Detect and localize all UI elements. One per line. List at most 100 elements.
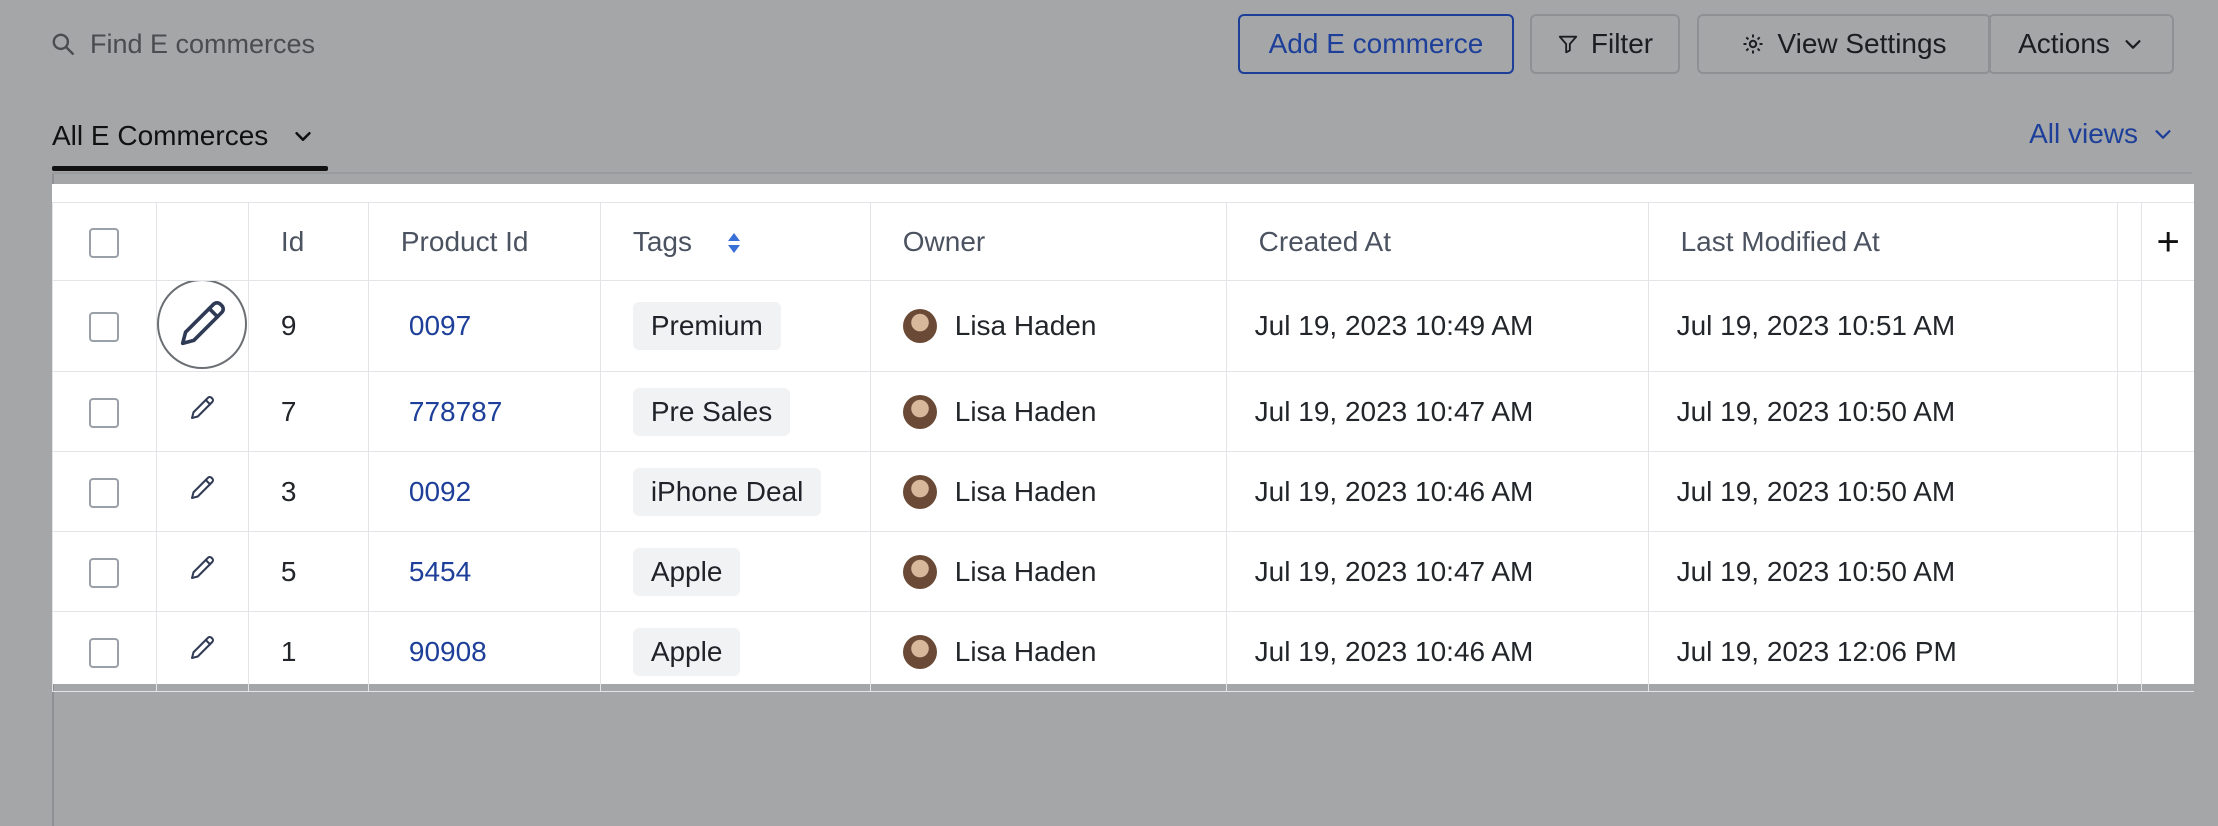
actions-dropdown[interactable]: Actions — [1988, 14, 2174, 74]
plus-icon: + — [2156, 219, 2180, 264]
edit-button[interactable] — [187, 393, 217, 423]
avatar — [902, 554, 937, 589]
gear-icon — [1743, 34, 1763, 54]
empty-cell — [2141, 611, 2194, 692]
column-spacer — [2117, 280, 2143, 372]
tag-chip: Premium — [632, 302, 781, 350]
edit-button[interactable] — [187, 553, 217, 583]
row-checkbox[interactable] — [89, 312, 120, 343]
column-label: Last Modified At — [1680, 225, 1880, 257]
owner-cell: Lisa Haden — [870, 531, 1227, 612]
created-at-cell: Jul 19, 2023 10:49 AM — [1226, 280, 1649, 372]
view-settings-button[interactable]: View Settings — [1697, 14, 1991, 74]
tags-cell: Pre Sales — [600, 371, 871, 452]
row-edit-cell — [156, 280, 249, 372]
id-cell: 7 — [248, 371, 369, 452]
all-views-dropdown[interactable]: All views — [2029, 118, 2174, 150]
last-modified-at-cell: Jul 19, 2023 12:06 PM — [1648, 611, 2119, 692]
column-spacer — [2117, 451, 2143, 532]
tab-all-e-commerces[interactable]: All E Commerces — [52, 112, 314, 160]
empty-cell — [2141, 371, 2194, 452]
tags-cell: Apple — [600, 611, 871, 692]
created-at-cell: Jul 19, 2023 10:47 AM — [1226, 371, 1649, 452]
owner-cell: Lisa Haden — [870, 451, 1227, 532]
id-cell: 3 — [248, 451, 369, 532]
last-modified-at-cell: Jul 19, 2023 10:50 AM — [1648, 451, 2119, 532]
table-row[interactable]: 1 90908 Apple Lisa Haden Jul 19, 2023 10… — [52, 611, 2194, 692]
column-header-owner[interactable]: Owner — [870, 202, 1227, 281]
search-input[interactable] — [90, 28, 610, 60]
row-checkbox[interactable] — [89, 637, 120, 668]
row-checkbox[interactable] — [89, 477, 120, 508]
last-modified-at-cell: Jul 19, 2023 10:50 AM — [1648, 371, 2119, 452]
table-row[interactable]: 9 0097 Premium Lisa Haden Jul 19, 2023 1… — [52, 280, 2194, 372]
row-edit-cell — [156, 451, 249, 532]
column-label: Id — [280, 225, 305, 257]
last-modified-at-cell: Jul 19, 2023 10:51 AM — [1648, 280, 2119, 372]
owner-cell: Lisa Haden — [870, 280, 1227, 372]
column-header-product-id[interactable]: Product Id — [368, 202, 601, 281]
edit-button[interactable] — [187, 633, 217, 663]
product-id-link[interactable]: 5454 — [401, 556, 471, 587]
product-id-link[interactable]: 90908 — [401, 636, 487, 667]
product-id-link[interactable]: 0097 — [401, 310, 471, 341]
add-column-button[interactable]: + — [2141, 202, 2194, 281]
tag-chip: Apple — [632, 547, 741, 596]
row-select-cell — [52, 280, 157, 372]
table-header-row: Id Product Id Tags Owner Created At Last… — [52, 202, 2194, 281]
column-header-tags[interactable]: Tags — [600, 202, 871, 281]
tag-chip: Pre Sales — [632, 387, 791, 436]
empty-cell — [2141, 451, 2194, 532]
chevron-down-icon — [295, 131, 311, 141]
row-select-cell — [52, 451, 157, 532]
product-id-cell: 778787 — [368, 371, 601, 452]
row-select-cell — [52, 611, 157, 692]
product-id-link[interactable]: 0092 — [401, 476, 471, 507]
product-id-cell: 5454 — [368, 531, 601, 612]
owner-name: Lisa Haden — [954, 475, 1097, 507]
edit-button[interactable] — [187, 473, 217, 503]
edit-button[interactable] — [156, 280, 247, 369]
empty-cell — [2141, 280, 2194, 372]
id-cell: 5 — [248, 531, 369, 612]
table-row[interactable]: 3 0092 iPhone Deal Lisa Haden Jul 19, 20… — [52, 451, 2194, 532]
column-header-created-at[interactable]: Created At — [1226, 202, 1649, 281]
id-cell: 9 — [248, 280, 369, 372]
records-table-panel: Id Product Id Tags Owner Created At Last… — [52, 184, 2194, 692]
column-spacer — [2117, 531, 2143, 612]
column-spacer — [2117, 371, 2143, 452]
row-checkbox[interactable] — [89, 397, 120, 428]
row-checkbox[interactable] — [89, 557, 120, 588]
row-edit-cell — [156, 371, 249, 452]
avatar — [902, 394, 937, 429]
table-row[interactable]: 7 778787 Pre Sales Lisa Haden Jul 19, 20… — [52, 371, 2194, 452]
view-tab-bar: All E Commerces — [52, 112, 328, 172]
pencil-icon — [191, 396, 215, 419]
avatar — [902, 309, 937, 343]
chevron-down-icon — [2155, 130, 2171, 139]
tag-chip: iPhone Deal — [632, 467, 822, 516]
add-e-commerce-button[interactable]: Add E commerce — [1238, 14, 1514, 74]
product-id-cell: 0092 — [368, 451, 601, 532]
product-id-link[interactable]: 778787 — [401, 396, 502, 427]
column-header-id[interactable]: Id — [248, 202, 369, 281]
select-all-checkbox[interactable] — [89, 227, 120, 258]
column-spacer — [2117, 611, 2143, 692]
owner-cell: Lisa Haden — [870, 611, 1227, 692]
table-row[interactable]: 5 5454 Apple Lisa Haden Jul 19, 2023 10:… — [52, 531, 2194, 612]
created-at-cell: Jul 19, 2023 10:46 AM — [1226, 451, 1649, 532]
filter-button[interactable]: Filter — [1530, 14, 1680, 74]
tab-label: All E Commerces — [52, 120, 269, 151]
created-at-cell: Jul 19, 2023 10:47 AM — [1226, 531, 1649, 612]
select-all-cell — [52, 202, 157, 281]
actions-label: Actions — [2018, 28, 2110, 59]
view-settings-label: View Settings — [1777, 28, 1947, 59]
id-cell: 1 — [248, 611, 369, 692]
owner-name: Lisa Haden — [954, 555, 1097, 587]
sort-icon[interactable] — [726, 232, 742, 254]
active-tab-indicator — [52, 166, 328, 171]
column-header-last-modified-at[interactable]: Last Modified At — [1648, 202, 2119, 281]
filter-label: Filter — [1590, 28, 1654, 59]
search-icon — [52, 33, 74, 55]
column-label: Owner — [902, 225, 986, 257]
